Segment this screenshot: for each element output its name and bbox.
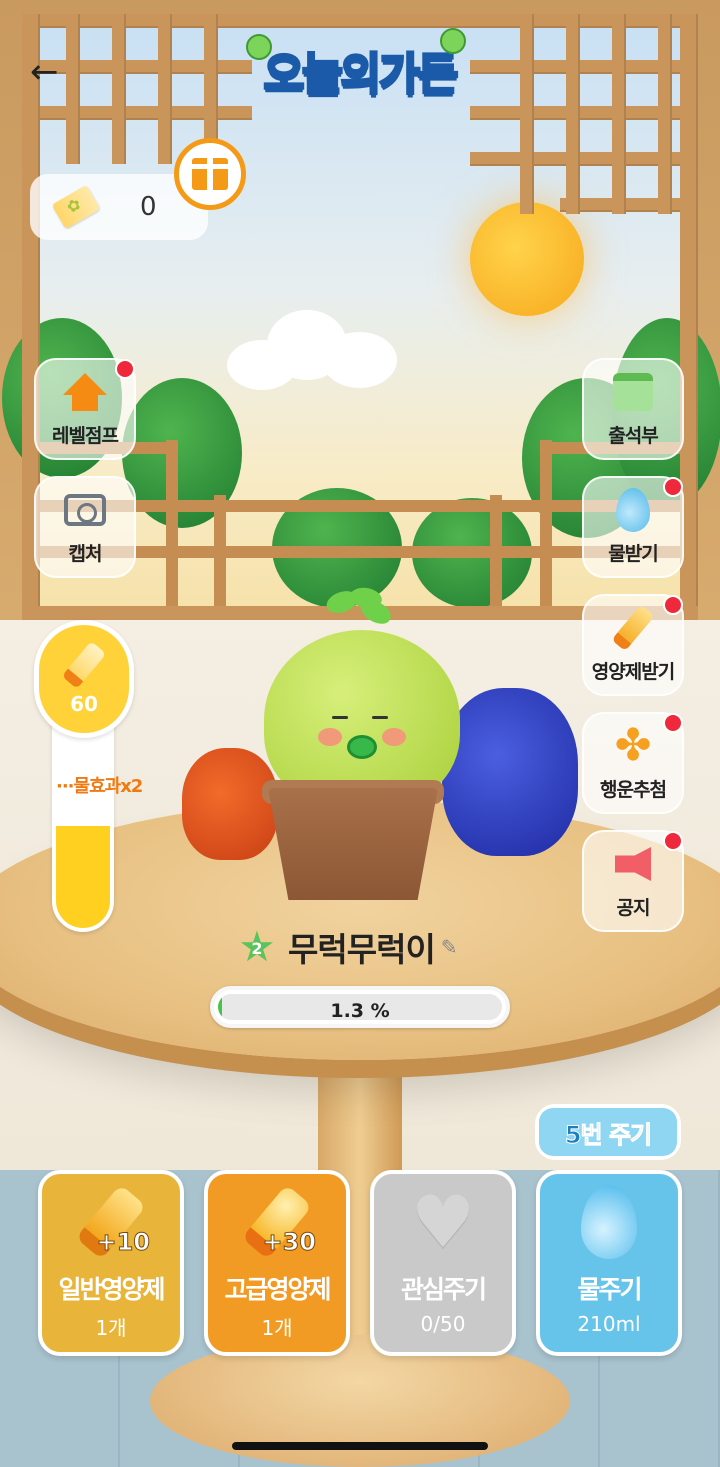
action-count: 1개: [95, 1316, 127, 1340]
capture-button[interactable]: 캡처: [34, 476, 136, 578]
level-jump-button[interactable]: 레벨점프: [34, 358, 136, 460]
edit-pencil-icon[interactable]: ✎: [441, 935, 458, 959]
growth-progress-bar: 1.3 %: [210, 986, 510, 1028]
give-attention-button[interactable]: ♥ 관심주기 0/50: [370, 1170, 516, 1356]
clover-icon: ✤: [614, 720, 652, 771]
water-times-label: 5번 주기: [539, 1108, 677, 1156]
action-count: 0/50: [420, 1312, 466, 1336]
get-nutrient-button[interactable]: 영양제받기: [582, 594, 684, 696]
plant-name-row: ★ 2 무럭무럭이 ✎: [236, 924, 458, 970]
plant-level: 2: [251, 939, 263, 958]
back-button[interactable]: ←: [30, 52, 74, 96]
notification-dot: [115, 359, 135, 379]
water-amount: 210ml: [577, 1312, 641, 1336]
notification-dot: [663, 831, 683, 851]
get-water-label: 물받기: [608, 543, 658, 565]
plant-name: 무럭무럭이: [288, 930, 436, 969]
capture-label: 캡처: [68, 543, 103, 565]
notification-dot: [663, 713, 683, 733]
blue-lucky-pouch: [442, 688, 578, 856]
gauge-tube: [52, 720, 114, 932]
lucky-draw-button[interactable]: ✤ 행운추첨: [582, 712, 684, 814]
attendance-label: 출석부: [608, 425, 658, 447]
water-plant-button[interactable]: 물주기 210ml: [536, 1170, 682, 1356]
pacifier: [347, 735, 377, 759]
heart-icon: ♥: [410, 1180, 476, 1264]
water-times-badge[interactable]: 5번 주기: [535, 1104, 681, 1160]
app-logo: 오늘의가든: [230, 28, 490, 112]
notice-label: 공지: [616, 897, 651, 919]
calendar-icon: [608, 367, 658, 417]
gauge-marker: ···물효과x2: [56, 776, 144, 797]
cloud: [227, 310, 397, 390]
level-star-icon: ★ 2: [236, 926, 278, 968]
gauge-head: 60: [34, 620, 134, 738]
gauge-fill: [56, 826, 110, 928]
ticket-count: 0: [140, 192, 157, 222]
nutrient-plus: +10: [96, 1228, 151, 1257]
get-water-button[interactable]: 물받기: [582, 476, 684, 578]
level-jump-label: 레벨점프: [52, 425, 119, 447]
nutrient-bottle-icon: [608, 603, 658, 653]
water-drop-icon: [540, 1174, 678, 1270]
premium-nutrient-bottle-icon: +30: [208, 1174, 346, 1270]
level-up-arrow-icon: [60, 367, 110, 417]
notice-button[interactable]: 공지: [582, 830, 684, 932]
premium-nutrient-button[interactable]: +30 고급영양제 1개: [204, 1170, 350, 1356]
flower-pot: [268, 788, 438, 900]
red-lucky-pouch: [182, 748, 278, 860]
notification-dot: [663, 477, 683, 497]
plant-sprout: [323, 585, 395, 629]
action-title: 관심주기: [400, 1275, 487, 1304]
gauge-marker-label: 물효과x2: [73, 776, 144, 797]
action-title: 일반영양제: [58, 1275, 165, 1304]
water-drop-icon: [608, 485, 658, 535]
arrow-left-icon: ←: [30, 52, 59, 92]
gift-icon: [189, 158, 231, 190]
basic-nutrient-button[interactable]: +10 일반영양제 1개: [38, 1170, 184, 1356]
home-indicator[interactable]: [232, 1442, 488, 1450]
megaphone-icon: [608, 839, 658, 889]
nutrient-bottle-icon: +10: [42, 1174, 180, 1270]
get-nutrient-label: 영양제받기: [591, 661, 675, 683]
camera-icon: [60, 485, 110, 535]
premium-plus: +30: [262, 1228, 317, 1257]
action-count: 1개: [261, 1316, 293, 1340]
sun: [470, 202, 584, 316]
lucky-draw-label: 행운추첨: [600, 779, 667, 801]
action-title: 물주기: [577, 1275, 642, 1304]
ticket-icon: [51, 184, 101, 230]
nutrient-bottle-icon: [61, 640, 107, 690]
gauge-value: 60: [70, 692, 98, 716]
logo-text: 오늘의가든: [262, 48, 459, 102]
action-title: 고급영양제: [224, 1275, 331, 1304]
notification-dot: [663, 595, 683, 615]
gift-button[interactable]: [174, 138, 246, 210]
progress-text: 1.3 %: [330, 1000, 390, 1020]
attendance-button[interactable]: 출석부: [582, 358, 684, 460]
